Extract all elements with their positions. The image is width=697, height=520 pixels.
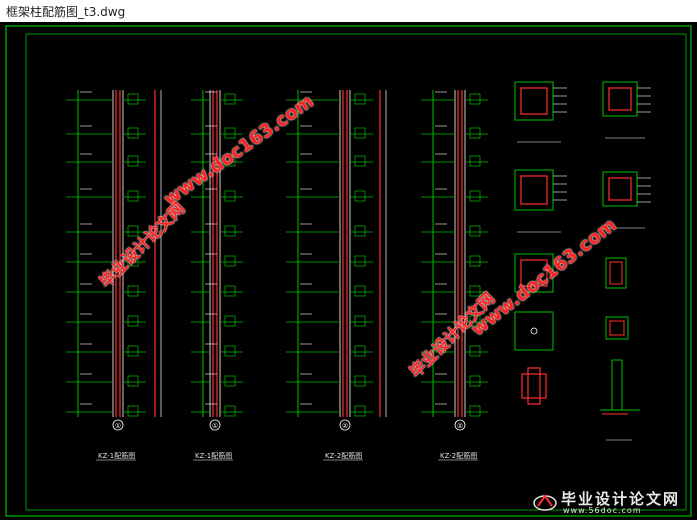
section-mark — [127, 155, 139, 167]
logo-url: www.56doc.com — [563, 506, 642, 515]
axis-marker-label: ② — [457, 422, 463, 430]
section-mark — [354, 285, 366, 297]
section-mark — [127, 345, 139, 357]
section-mark — [354, 315, 366, 327]
section-stirrup — [520, 87, 548, 115]
site-logo: 毕业设计论文网 www.56doc.com — [531, 488, 691, 518]
section-mark — [127, 93, 139, 105]
section-mark — [469, 375, 481, 387]
section-mark — [469, 93, 481, 105]
axis-marker-label: ② — [342, 422, 348, 430]
window-titlebar: 框架柱配筋图_t3.dwg — [0, 0, 697, 23]
section-mark — [469, 225, 481, 237]
section-mark — [224, 345, 236, 357]
section-outline — [602, 81, 638, 117]
column-label: KZ-1配筋图 — [98, 451, 135, 460]
section-stirrup — [520, 175, 548, 205]
section-mark — [224, 315, 236, 327]
section-mark — [469, 345, 481, 357]
section-mark — [224, 375, 236, 387]
section-mark — [224, 285, 236, 297]
logo-icon — [533, 494, 557, 511]
axis-marker-label: ① — [115, 422, 121, 430]
cad-viewport[interactable]: ① KZ-1配筋图 ① KZ-1配筋图 ② KZ-2配筋图 ② KZ-2配筋图 www.doc… — [0, 22, 697, 520]
joint-detail — [521, 373, 547, 399]
section-mark — [127, 375, 139, 387]
section-mark — [354, 93, 366, 105]
section-mark — [224, 190, 236, 202]
column-label: KZ-2配筋图 — [440, 451, 477, 460]
section-mark — [469, 255, 481, 267]
section-stirrup — [608, 177, 632, 201]
section-stirrup — [608, 87, 632, 111]
section-mark — [354, 375, 366, 387]
section-mark — [224, 127, 236, 139]
section-mark — [354, 190, 366, 202]
section-outline — [602, 171, 638, 207]
section-mark — [354, 127, 366, 139]
section-mark — [127, 285, 139, 297]
section-mark — [224, 225, 236, 237]
section-mark — [469, 190, 481, 202]
section-outline — [514, 311, 554, 351]
section-outline — [605, 316, 629, 340]
window-title: 框架柱配筋图_t3.dwg — [6, 5, 126, 19]
section-mark — [224, 255, 236, 267]
column-label: KZ-1配筋图 — [195, 451, 232, 460]
column-label: KZ-2配筋图 — [325, 451, 362, 460]
section-mark — [469, 405, 481, 417]
section-mark — [354, 155, 366, 167]
joint-detail — [527, 367, 541, 405]
section-mark — [224, 405, 236, 417]
section-mark — [224, 93, 236, 105]
section-mark — [469, 127, 481, 139]
section-mark — [127, 127, 139, 139]
section-mark — [354, 225, 366, 237]
section-mark — [127, 315, 139, 327]
section-center — [530, 327, 538, 335]
axis-marker-label: ① — [212, 422, 218, 430]
section-mark — [354, 255, 366, 267]
wall-detail — [611, 359, 623, 411]
section-mark — [469, 155, 481, 167]
section-mark — [354, 405, 366, 417]
section-mark — [127, 405, 139, 417]
section-mark — [127, 190, 139, 202]
section-stirrup — [609, 320, 625, 336]
section-mark — [354, 345, 366, 357]
section-stirrup — [609, 261, 623, 285]
